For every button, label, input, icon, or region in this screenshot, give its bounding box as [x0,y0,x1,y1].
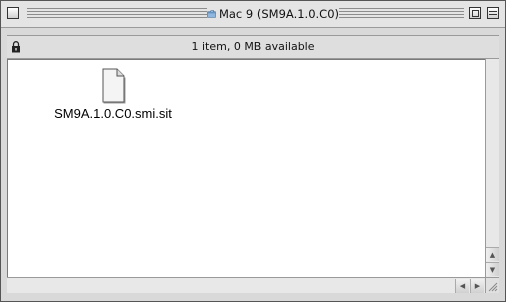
scroll-up-arrow-icon[interactable]: ▲ [486,247,499,261]
scroll-left-arrow-icon[interactable]: ◀ [455,279,469,293]
scroll-right-arrow-icon[interactable]: ▶ [470,279,484,293]
title-bar-stripes-left [27,8,207,20]
title-bar-stripes-right [339,8,464,20]
scroll-down-arrow-icon[interactable]: ▼ [486,262,499,276]
zoom-box-icon[interactable] [469,7,481,19]
window-title: Mac 9 (SM9A.1.0.C0) [218,7,339,21]
status-text: 1 item, 0 MB available [191,40,315,53]
finder-window: Mac 9 (SM9A.1.0.C0) 1 item, 0 MB availab… [0,0,506,302]
document-icon[interactable] [98,68,128,104]
folder-icon [207,10,216,18]
close-box-icon[interactable] [7,7,19,19]
horizontal-scrollbar[interactable]: ◀ ▶ [7,277,485,293]
file-name[interactable]: SM9A.1.0.C0.smi.sit [38,106,188,121]
resize-grip-icon[interactable] [485,277,499,293]
resize-grip-lines [488,282,498,292]
window-content[interactable]: SM9A.1.0.C0.smi.sit [7,59,485,277]
vertical-scrollbar[interactable]: ▲ ▼ [485,59,499,277]
title-bar[interactable]: Mac 9 (SM9A.1.0.C0) [1,1,505,28]
collapse-box-icon[interactable] [487,7,499,19]
file-item[interactable]: SM9A.1.0.C0.smi.sit [38,68,188,128]
title-group: Mac 9 (SM9A.1.0.C0) [207,5,339,23]
info-bar: 1 item, 0 MB available [7,35,499,59]
